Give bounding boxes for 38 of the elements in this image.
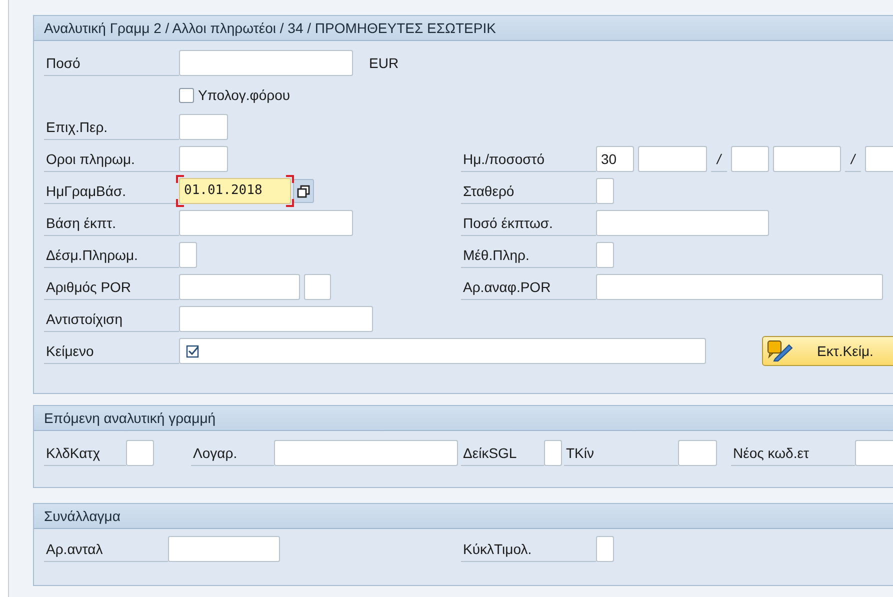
input-field[interactable] <box>855 440 893 466</box>
input-field[interactable] <box>168 536 280 562</box>
input-field[interactable] <box>596 274 883 300</box>
input-field[interactable] <box>596 242 614 268</box>
input-field[interactable] <box>304 274 331 300</box>
input-field[interactable] <box>179 306 373 332</box>
slash-separator: / <box>711 146 727 172</box>
input-field[interactable] <box>179 146 228 172</box>
display-text-button[interactable]: Εκτ.Κείμ. <box>762 336 893 366</box>
input-field[interactable] <box>544 440 562 466</box>
input-field[interactable] <box>179 274 300 300</box>
input-field[interactable] <box>596 178 614 204</box>
input-field[interactable] <box>865 146 893 172</box>
input-field[interactable]: 30 <box>596 146 634 172</box>
input-field[interactable] <box>179 210 353 236</box>
group-title: Αναλυτική Γραμμ 2 / Αλλοι πληρωτέοι / 34 / ΠΡΟΜΗΘΕΥΤΕΣ ΕΣΩΤΕΡΙΚ <box>34 16 893 41</box>
date-picker-button[interactable] <box>293 179 314 203</box>
date-field[interactable]: 01.01.2018 <box>179 178 291 204</box>
input-field[interactable] <box>678 440 717 466</box>
input-field[interactable] <box>179 114 228 140</box>
input-field[interactable] <box>638 146 707 172</box>
input-field[interactable] <box>596 210 769 236</box>
currency-label: EUR <box>369 55 399 71</box>
input-field[interactable] <box>179 50 353 76</box>
checkbox[interactable] <box>179 88 194 102</box>
input-field[interactable] <box>179 242 197 268</box>
copy-icon <box>297 184 310 198</box>
text-field[interactable] <box>179 338 706 364</box>
group-title: Συνάλλαγμα <box>34 504 893 529</box>
checkbox-label: Υπολογ.φόρου <box>198 87 290 103</box>
note-pencil-icon <box>767 340 793 362</box>
input-field[interactable] <box>773 146 841 172</box>
input-field[interactable] <box>126 440 154 466</box>
input-field[interactable] <box>596 536 614 562</box>
input-field[interactable] <box>731 146 769 172</box>
group-title: Επόμενη αναλυτική γραμμή <box>34 406 893 431</box>
input-field[interactable] <box>274 440 458 466</box>
slash-separator: / <box>845 146 861 172</box>
